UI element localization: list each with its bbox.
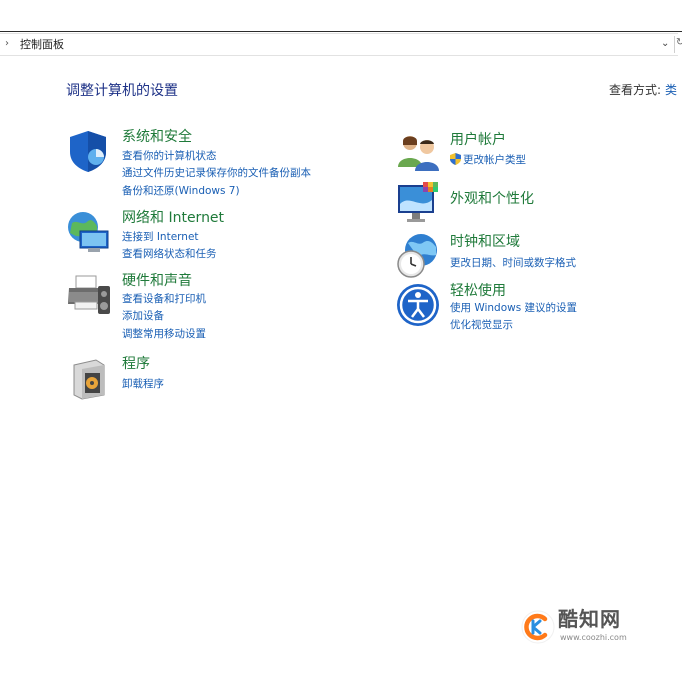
category-title-user-accounts[interactable]: 用户帐户 bbox=[450, 131, 506, 149]
coozhi-logo-icon bbox=[521, 610, 555, 644]
watermark: 酷知网 www.coozhi.com bbox=[518, 606, 678, 650]
link-file-history-backup[interactable]: 通过文件历史记录保存你的文件备份副本 bbox=[122, 166, 311, 180]
category-title-ease-of-access[interactable]: 轻松使用 bbox=[450, 282, 506, 300]
view-by-label: 查看方式: bbox=[609, 83, 662, 97]
link-uninstall-program[interactable]: 卸载程序 bbox=[122, 377, 164, 391]
link-change-date-time-format[interactable]: 更改日期、时间或数字格式 bbox=[450, 256, 576, 270]
category-appearance: 外观和个性化 bbox=[396, 180, 676, 225]
link-devices-printers[interactable]: 查看设备和打印机 bbox=[122, 292, 206, 306]
network-globe-icon[interactable] bbox=[66, 209, 112, 255]
address-divider bbox=[674, 36, 675, 53]
watermark-url: www.coozhi.com bbox=[560, 633, 627, 642]
link-network-status[interactable]: 查看网络状态和任务 bbox=[122, 247, 217, 261]
programs-box-icon[interactable] bbox=[66, 355, 112, 401]
category-title-network-internet[interactable]: 网络和 Internet bbox=[122, 209, 224, 227]
breadcrumb-chevron-icon[interactable]: › bbox=[5, 37, 9, 51]
appearance-monitor-icon[interactable] bbox=[396, 180, 442, 226]
address-bar[interactable]: › 控制面板 ⌄ ↻ bbox=[0, 33, 682, 56]
link-change-account-type-label: 更改帐户类型 bbox=[463, 154, 526, 166]
category-system-security: 系统和安全 查看你的计算机状态 通过文件历史记录保存你的文件备份副本 备份和还原… bbox=[66, 128, 356, 203]
link-windows-recommended-settings[interactable]: 使用 Windows 建议的设置 bbox=[450, 301, 577, 315]
link-optimize-visual-display[interactable]: 优化视觉显示 bbox=[450, 318, 513, 332]
category-title-appearance[interactable]: 外观和个性化 bbox=[450, 190, 534, 208]
category-title-system-security[interactable]: 系统和安全 bbox=[122, 128, 192, 146]
security-shield-icon[interactable] bbox=[66, 128, 112, 174]
link-mobility-settings[interactable]: 调整常用移动设置 bbox=[122, 327, 206, 341]
view-by: 查看方式: 类 bbox=[609, 82, 677, 98]
link-backup-restore[interactable]: 备份和还原(Windows 7) bbox=[122, 184, 240, 198]
breadcrumb-control-panel[interactable]: 控制面板 bbox=[20, 38, 64, 52]
watermark-name: 酷知网 bbox=[558, 607, 621, 631]
refresh-icon[interactable]: ↻ bbox=[676, 37, 682, 48]
category-programs: 程序 卸载程序 bbox=[66, 355, 356, 400]
category-network-internet: 网络和 Internet 连接到 Internet 查看网络状态和任务 bbox=[66, 209, 356, 264]
window-top-strip bbox=[0, 0, 682, 32]
uac-shield-icon bbox=[450, 153, 461, 165]
category-ease-of-access: 轻松使用 使用 Windows 建议的设置 优化视觉显示 bbox=[396, 282, 676, 337]
link-connect-internet[interactable]: 连接到 Internet bbox=[122, 230, 199, 244]
category-hardware-sound: 硬件和声音 查看设备和打印机 添加设备 调整常用移动设置 bbox=[66, 272, 356, 347]
user-accounts-icon[interactable] bbox=[396, 131, 442, 177]
printer-speaker-icon[interactable] bbox=[66, 272, 112, 318]
category-title-programs[interactable]: 程序 bbox=[122, 355, 150, 373]
category-title-clock-region[interactable]: 时钟和区域 bbox=[450, 233, 520, 251]
category-title-hardware-sound[interactable]: 硬件和声音 bbox=[122, 272, 192, 290]
link-change-account-type[interactable]: 更改帐户类型 bbox=[450, 153, 526, 167]
ease-of-access-icon[interactable] bbox=[396, 282, 442, 328]
page-title: 调整计算机的设置 bbox=[66, 83, 178, 99]
link-view-computer-status[interactable]: 查看你的计算机状态 bbox=[122, 149, 217, 163]
clock-globe-icon[interactable] bbox=[396, 233, 442, 279]
view-by-dropdown[interactable]: 类 bbox=[665, 83, 677, 97]
category-user-accounts: 用户帐户 更改帐户类型 bbox=[396, 131, 676, 176]
link-add-device[interactable]: 添加设备 bbox=[122, 309, 164, 323]
category-clock-region: 时钟和区域 更改日期、时间或数字格式 bbox=[396, 233, 676, 278]
address-dropdown-icon[interactable]: ⌄ bbox=[661, 37, 669, 51]
